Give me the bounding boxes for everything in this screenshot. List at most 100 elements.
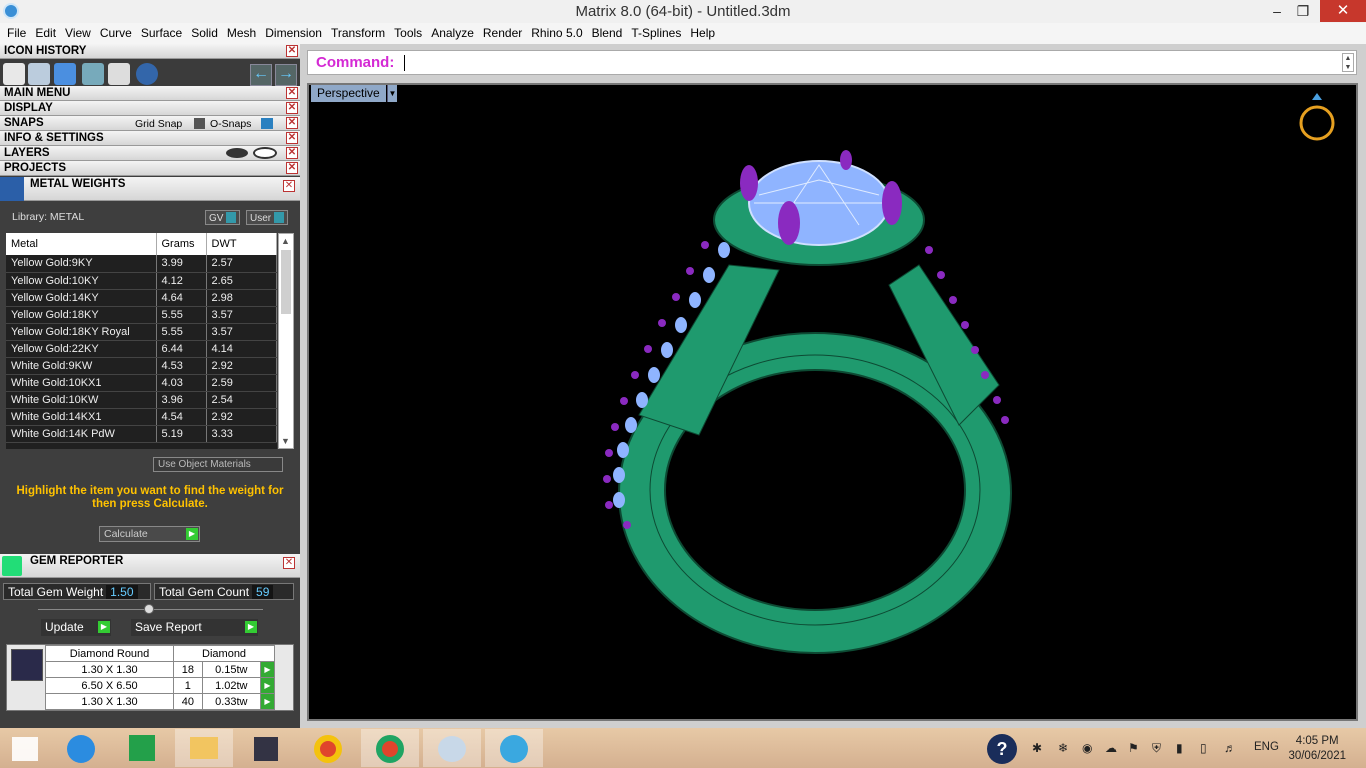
menu-view[interactable]: View bbox=[61, 23, 95, 40]
viewport-name[interactable]: Perspective bbox=[311, 85, 386, 102]
menu-analyze[interactable]: Analyze bbox=[427, 23, 478, 40]
paint-icon[interactable] bbox=[423, 729, 481, 767]
bluetooth-icon[interactable]: ✱ bbox=[1032, 741, 1042, 755]
close-icon[interactable]: ✕ bbox=[286, 162, 298, 174]
command-bar[interactable]: Command: ▲ ▼ bbox=[307, 50, 1357, 75]
column-dwt[interactable]: DWT bbox=[206, 233, 277, 255]
menu-dimension[interactable]: Dimension bbox=[261, 23, 326, 40]
close-icon[interactable]: ✕ bbox=[286, 102, 298, 114]
grid-snap-toggle[interactable] bbox=[194, 118, 205, 129]
save-report-button[interactable]: Save Report ▶ bbox=[131, 619, 258, 636]
play-icon[interactable] bbox=[136, 63, 158, 85]
panel-projects[interactable]: PROJECTS ✕ bbox=[0, 161, 300, 176]
table-row[interactable]: Yellow Gold:18KY Royal 5.55 3.57 bbox=[6, 323, 277, 341]
transform-icon[interactable] bbox=[28, 63, 50, 85]
table-row[interactable]: Yellow Gold:9KY 3.99 2.57 bbox=[6, 255, 277, 273]
menu-file[interactable]: File bbox=[3, 23, 30, 40]
o-snaps-toggle[interactable] bbox=[261, 118, 273, 129]
select-gem-button[interactable]: ▶ bbox=[260, 693, 275, 710]
panel-main-menu[interactable]: MAIN MENU ✕ bbox=[0, 86, 300, 101]
update-button[interactable]: Update ▶ bbox=[41, 619, 111, 636]
table-row[interactable]: White Gold:14KX1 4.54 2.92 bbox=[6, 408, 277, 426]
column-metal[interactable]: Metal bbox=[6, 233, 157, 255]
select-gem-button[interactable]: ▶ bbox=[260, 661, 275, 678]
menu-surface[interactable]: Surface bbox=[137, 23, 186, 40]
gv-toggle[interactable]: GV bbox=[205, 210, 241, 225]
panel-snaps[interactable]: SNAPS Grid Snap O-Snaps ✕ bbox=[0, 116, 300, 131]
menu-curve[interactable]: Curve bbox=[96, 23, 136, 40]
close-icon[interactable]: ✕ bbox=[286, 147, 298, 159]
layer-visibility-icon[interactable] bbox=[226, 148, 248, 158]
signal-icon[interactable]: ▮ bbox=[1176, 741, 1183, 755]
eye-icon[interactable] bbox=[253, 147, 277, 159]
select-gem-button[interactable]: ▶ bbox=[260, 677, 275, 694]
metal-table-scrollbar[interactable]: ▲ ▼ bbox=[278, 233, 294, 449]
chrome-icon[interactable] bbox=[361, 729, 419, 767]
panel-icon-history[interactable]: ICON HISTORY ✕ bbox=[0, 44, 300, 59]
internet-explorer-icon[interactable] bbox=[52, 729, 110, 767]
forward-arrow-icon[interactable]: → bbox=[275, 64, 297, 86]
restore-button[interactable]: ❐ bbox=[1288, 0, 1318, 22]
table-row[interactable]: White Gold:9KW 4.53 2.92 bbox=[6, 357, 277, 375]
volume-icon[interactable]: ♬ bbox=[1224, 741, 1236, 755]
close-icon[interactable]: ✕ bbox=[283, 180, 295, 192]
store-icon[interactable] bbox=[113, 729, 171, 767]
gem-slider[interactable] bbox=[38, 604, 263, 614]
menu-tools[interactable]: Tools bbox=[390, 23, 426, 40]
gem-row[interactable]: 6.50 X 6.50 1 1.02tw ▶ bbox=[44, 677, 275, 694]
command-input[interactable] bbox=[404, 55, 405, 71]
table-row[interactable]: White Gold:14K PdW 5.19 3.33 bbox=[6, 425, 277, 443]
panel-layers[interactable]: LAYERS ✕ bbox=[0, 146, 300, 161]
matrix-app-icon[interactable] bbox=[237, 729, 295, 767]
close-icon[interactable]: ✕ bbox=[283, 557, 295, 569]
gem-row[interactable]: 1.30 X 1.30 40 0.33tw ▶ bbox=[44, 693, 275, 710]
windows-start-icon[interactable] bbox=[0, 729, 58, 767]
beats-icon[interactable]: ◉ bbox=[1082, 741, 1092, 755]
table-row[interactable]: White Gold:10KX1 4.03 2.59 bbox=[6, 374, 277, 392]
file-explorer-icon[interactable] bbox=[175, 729, 233, 767]
scroll-thumb[interactable] bbox=[281, 250, 291, 314]
clock[interactable]: 4:05 PM 30/06/2021 bbox=[1288, 734, 1346, 764]
flag-icon[interactable]: ⚑ bbox=[1128, 741, 1139, 755]
command-history-spinner[interactable]: ▲ ▼ bbox=[1342, 53, 1354, 72]
chevron-down-icon[interactable]: ▼ bbox=[387, 85, 397, 102]
menu-blend[interactable]: Blend bbox=[588, 23, 627, 40]
close-button[interactable]: ✕ bbox=[1320, 0, 1366, 22]
back-arrow-icon[interactable]: ← bbox=[250, 64, 272, 86]
gem-icon[interactable] bbox=[54, 63, 76, 85]
table-row[interactable]: Yellow Gold:22KY 6.44 4.14 bbox=[6, 340, 277, 358]
use-object-materials-toggle[interactable]: Use Object Materials bbox=[153, 457, 283, 472]
menu-mesh[interactable]: Mesh bbox=[223, 23, 260, 40]
scroll-up-icon[interactable]: ▲ bbox=[281, 236, 290, 246]
battery-icon[interactable]: ▯ bbox=[1200, 741, 1207, 755]
menu-solid[interactable]: Solid bbox=[187, 23, 222, 40]
save-icon[interactable] bbox=[3, 63, 25, 85]
table-row[interactable]: Yellow Gold:10KY 4.12 2.65 bbox=[6, 272, 277, 290]
help-icon[interactable]: ? bbox=[987, 734, 1017, 764]
menu-render[interactable]: Render bbox=[479, 23, 526, 40]
menu-transform[interactable]: Transform bbox=[327, 23, 389, 40]
perspective-viewport[interactable]: Perspective ▼ bbox=[307, 83, 1358, 721]
gem-row[interactable]: 1.30 X 1.30 18 0.15tw ▶ bbox=[44, 661, 275, 678]
close-icon[interactable]: ✕ bbox=[286, 117, 298, 129]
table-row[interactable]: Yellow Gold:14KY 4.64 2.98 bbox=[6, 289, 277, 307]
menu-edit[interactable]: Edit bbox=[31, 23, 60, 40]
chrome-icon[interactable] bbox=[299, 729, 357, 767]
panel-info-settings[interactable]: INFO & SETTINGS ✕ bbox=[0, 131, 300, 146]
slider-knob[interactable] bbox=[144, 604, 154, 614]
language-indicator[interactable]: ENG bbox=[1254, 741, 1279, 753]
panel-display[interactable]: DISPLAY ✕ bbox=[0, 101, 300, 116]
grid-icon[interactable] bbox=[82, 63, 104, 85]
close-icon[interactable]: ✕ bbox=[286, 87, 298, 99]
vray-icon[interactable] bbox=[485, 729, 543, 767]
menu-tsplines[interactable]: T-Splines bbox=[627, 23, 685, 40]
table-row[interactable]: Yellow Gold:18KY 5.55 3.57 bbox=[6, 306, 277, 324]
column-grams[interactable]: Grams bbox=[156, 233, 207, 255]
close-icon[interactable]: ✕ bbox=[286, 132, 298, 144]
user-toggle[interactable]: User bbox=[246, 210, 289, 225]
close-icon[interactable]: ✕ bbox=[286, 45, 298, 57]
table-row[interactable]: White Gold:10KW 3.96 2.54 bbox=[6, 391, 277, 409]
calculate-button[interactable]: Calculate ▶ bbox=[99, 526, 200, 542]
snowflake-icon[interactable]: ❄ bbox=[1058, 741, 1068, 755]
menu-rhino[interactable]: Rhino 5.0 bbox=[527, 23, 586, 40]
